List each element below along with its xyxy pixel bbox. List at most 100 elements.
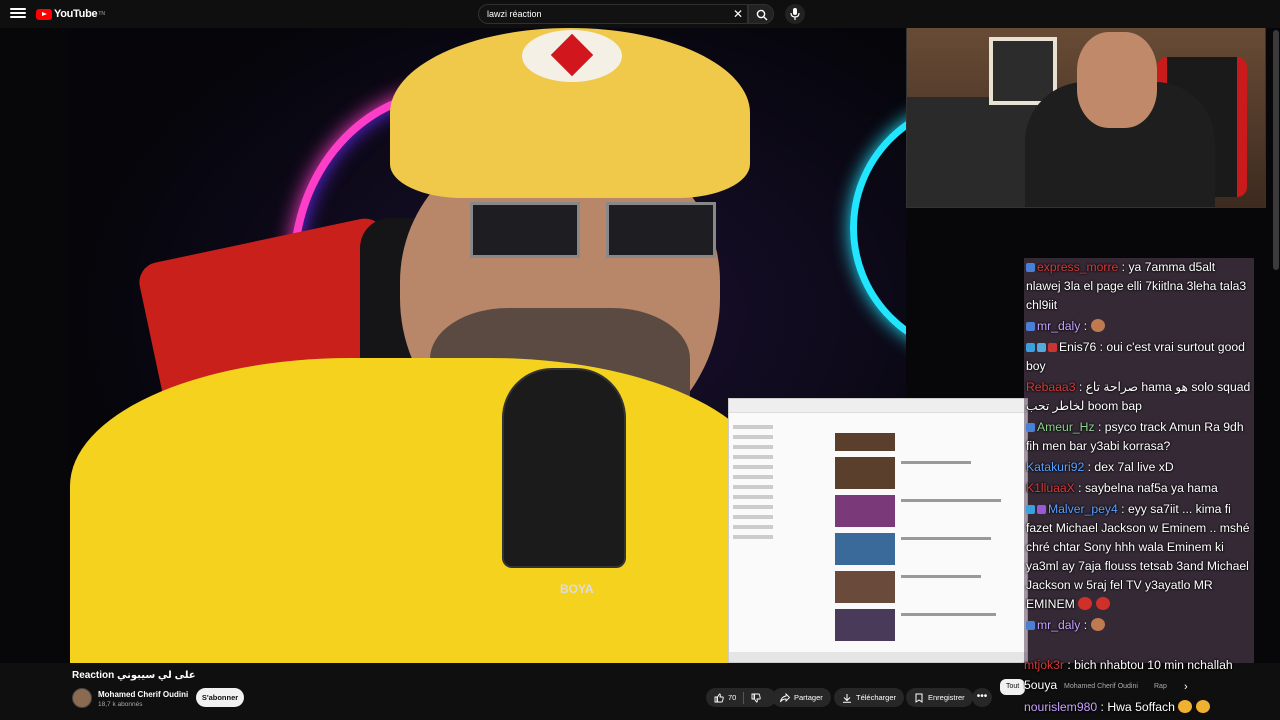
chat-username: Enis76 [1059, 340, 1097, 354]
search-icon [756, 9, 768, 21]
more-actions-button[interactable]: ••• [972, 688, 992, 707]
download-button[interactable]: Télécharger [834, 688, 905, 707]
search-button[interactable] [748, 4, 774, 24]
badge-icon [1048, 343, 1057, 352]
download-icon [843, 693, 851, 703]
youtube-logo[interactable]: YouTube TN [36, 7, 105, 21]
save-button[interactable]: Enregistrer [906, 688, 973, 707]
chat-text: 5ouya [1024, 678, 1058, 692]
inner-text-line [901, 461, 971, 464]
inner-text-line [901, 575, 981, 578]
like-count: 70 [728, 693, 737, 702]
laugh-emoji-icon [1195, 700, 1210, 713]
badge-icon [1026, 343, 1035, 352]
emote-icon [1090, 618, 1105, 631]
laugh-emoji-icon [1178, 700, 1193, 713]
badge-icon [1026, 505, 1035, 514]
chat-message: nourislem980 : Hwa 5offach [1024, 700, 1280, 714]
chat-message: Enis76 : oui c'est vrai surtout good boy [1024, 338, 1254, 378]
voice-search-button[interactable] [785, 4, 805, 24]
chat-username: nourislem980 [1024, 700, 1098, 714]
search-input[interactable] [479, 9, 729, 19]
chat-username: mr_daly [1037, 319, 1081, 333]
share-button[interactable]: Partager [772, 688, 831, 707]
menu-icon[interactable] [10, 6, 26, 22]
badge-icon [1037, 505, 1046, 514]
subscribe-button[interactable]: S'abonner [196, 688, 244, 707]
masthead: YouTube TN ✕ [0, 0, 1280, 28]
chat-text: : saybelna naf5a ya hama [1074, 481, 1218, 495]
badge-icon [1026, 263, 1035, 272]
video-title: Reaction على لي سيبوني [72, 670, 196, 681]
stream-chat-overlay: express_morre : ya 7amma d5alt nlawej 3l… [1024, 258, 1254, 663]
chat-list: express_morre : ya 7amma d5alt nlawej 3l… [1024, 258, 1254, 637]
channel-name[interactable]: Mohamed Cherif Oudini [98, 690, 188, 699]
neon-ring-cyan [850, 98, 906, 358]
chat-text: : [1080, 319, 1091, 333]
chat-message: express_morre : ya 7amma d5alt nlawej 3l… [1024, 258, 1254, 317]
badge-icon [1026, 322, 1035, 331]
page-scrollbar[interactable] [1273, 30, 1279, 270]
share-icon [780, 692, 790, 702]
studio-microphone [502, 368, 626, 568]
like-button[interactable]: 70 [714, 693, 736, 703]
inner-text-line [901, 499, 1001, 502]
mic-brand-label: BOYA [560, 582, 594, 596]
chat-message: mr_daly : [1024, 616, 1254, 637]
search-box: ✕ [478, 4, 748, 24]
thumbs-down-icon[interactable] [751, 693, 762, 703]
like-dislike-group: 70 [706, 688, 776, 707]
facecam-sofa [907, 97, 1037, 207]
inner-text-line [901, 613, 996, 616]
chat-username: express_morre [1037, 260, 1119, 274]
chat-message: mtjok3r : bich nhabtou 10 min nchallah [1024, 658, 1280, 672]
chat-message: Malver_pey4 : eyy sa7iit ... kima fi faz… [1024, 500, 1254, 616]
chat-message: K1lluaaX : saybelna naf5a ya hama [1024, 479, 1254, 500]
logo-text: YouTube [54, 8, 98, 20]
logo-region: TN [98, 11, 105, 17]
chat-text: : Hwa 5offach [1097, 700, 1175, 714]
chat-message: Katakuri92 : dex 7al live xD [1024, 458, 1254, 479]
chat-text: : [1080, 618, 1091, 632]
chat-username: Rebaaa3 [1026, 380, 1076, 394]
facecam-face [1077, 32, 1157, 128]
inner-thumbnail [835, 609, 895, 641]
inner-thumbnail [835, 495, 895, 527]
chat-text: : bich nhabtou 10 min nchallah [1063, 658, 1233, 672]
badge-icon [1026, 423, 1035, 432]
channel-avatar[interactable] [72, 688, 92, 708]
inner-thumbnail [835, 457, 895, 489]
chat-username: mtjok3r [1024, 658, 1064, 672]
chat-message: 5ouya [1024, 678, 1280, 692]
devil-emote-icon [1095, 597, 1110, 610]
chat-text: : dex 7al live xD [1084, 460, 1174, 474]
chat-username: K1lluaaX [1026, 481, 1075, 495]
youtube-watch-page: YouTube TN ✕ BOYA [0, 0, 1280, 720]
subscriber-count: 18,7 k abonnés [98, 701, 143, 708]
chat-message: Rebaaa3 : صراحة تاع hama هو solo squad ل… [1024, 378, 1254, 418]
chat-message: Ameur_Hz : psyco track Amun Ra 9dh fih m… [1024, 418, 1254, 458]
inner-thumbnail [835, 533, 895, 565]
devil-emote-icon [1078, 597, 1093, 610]
chat-username: mr_daly [1037, 618, 1081, 632]
save-label: Enregistrer [928, 693, 965, 702]
share-label: Partager [794, 693, 823, 702]
download-label: Télécharger [856, 693, 897, 702]
chat-username: Ameur_Hz [1037, 420, 1095, 434]
inner-thumbnail [835, 433, 895, 451]
badge-icon [1037, 343, 1046, 352]
inner-browser-bar [729, 399, 1027, 413]
thumbs-up-icon [714, 693, 724, 702]
emote-icon [1090, 319, 1105, 332]
sunglasses [470, 202, 720, 262]
inner-sidebar [733, 419, 803, 545]
yellow-shirt [70, 358, 770, 663]
inner-thumbnail [835, 571, 895, 603]
chat-username: Malver_pey4 [1048, 502, 1118, 516]
divider [743, 691, 745, 704]
clear-icon[interactable]: ✕ [729, 5, 747, 23]
inner-taskbar [729, 652, 1027, 662]
inner-text-line [901, 537, 991, 540]
chat-username: Katakuri92 [1026, 460, 1085, 474]
chip-all[interactable]: Tout [1000, 679, 1026, 695]
